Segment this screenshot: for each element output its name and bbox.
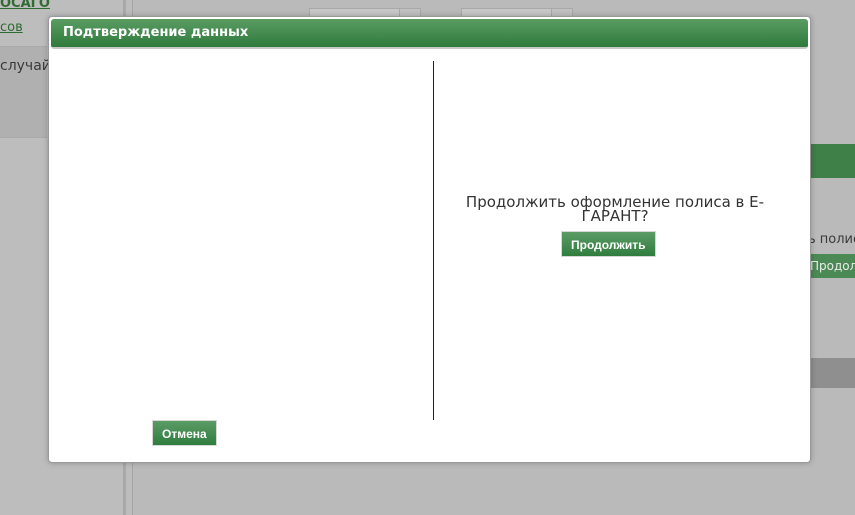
- confirmation-dialog: Подтверждение данных Продолжить оформлен…: [48, 16, 811, 463]
- dialog-header: Подтверждение данных: [51, 19, 808, 49]
- background-link-osago[interactable]: ОСАГО: [0, 0, 50, 11]
- dialog-title: Подтверждение данных: [63, 25, 249, 40]
- background-gray-bar: [808, 358, 855, 388]
- continue-button[interactable]: Продолжить: [561, 231, 656, 257]
- background-header-bar: [808, 144, 855, 178]
- dialog-divider: [433, 61, 434, 420]
- page: ОСАГО сов случай ь полис Продолж Подтвер…: [0, 0, 855, 515]
- background-sidebar-text: случай: [0, 58, 51, 74]
- background-continue-button[interactable]: Продолж: [808, 254, 855, 278]
- dialog-prompt: Продолжить оформление полиса в Е-ГАРАНТ?: [465, 193, 765, 225]
- background-link-secondary[interactable]: сов: [0, 20, 23, 35]
- background-right-text: ь полис: [808, 232, 855, 247]
- cancel-button[interactable]: Отмена: [152, 420, 217, 446]
